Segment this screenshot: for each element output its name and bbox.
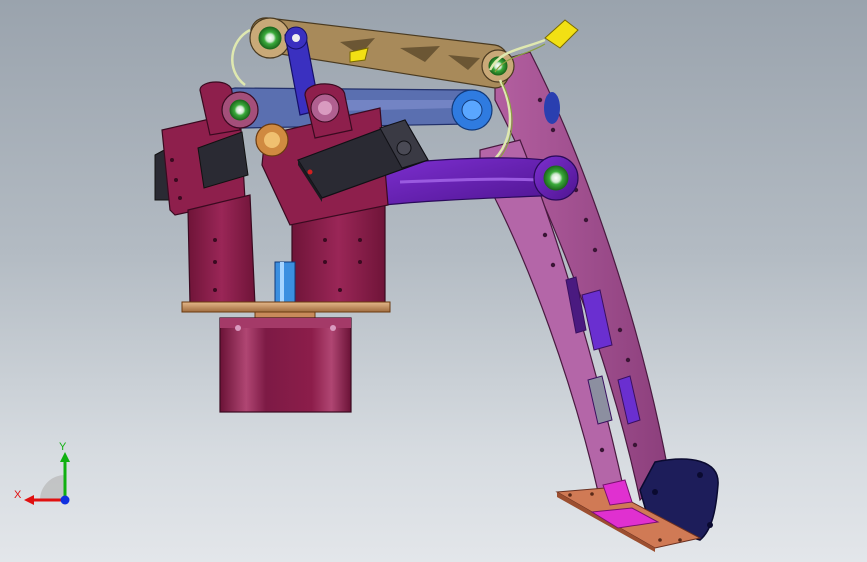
robot-arm-model[interactable] <box>0 0 867 562</box>
base-plate[interactable] <box>181 301 391 319</box>
long-arm[interactable] <box>479 51 669 502</box>
left-shoulder-bracket[interactable] <box>154 81 259 216</box>
triad-x-label: X <box>14 489 22 501</box>
cad-viewport[interactable]: Y X <box>0 0 867 562</box>
triad-y-label: Y <box>59 441 67 453</box>
stepper-motor[interactable] <box>219 317 352 413</box>
coordinate-triad-icon: Y X <box>14 441 70 505</box>
